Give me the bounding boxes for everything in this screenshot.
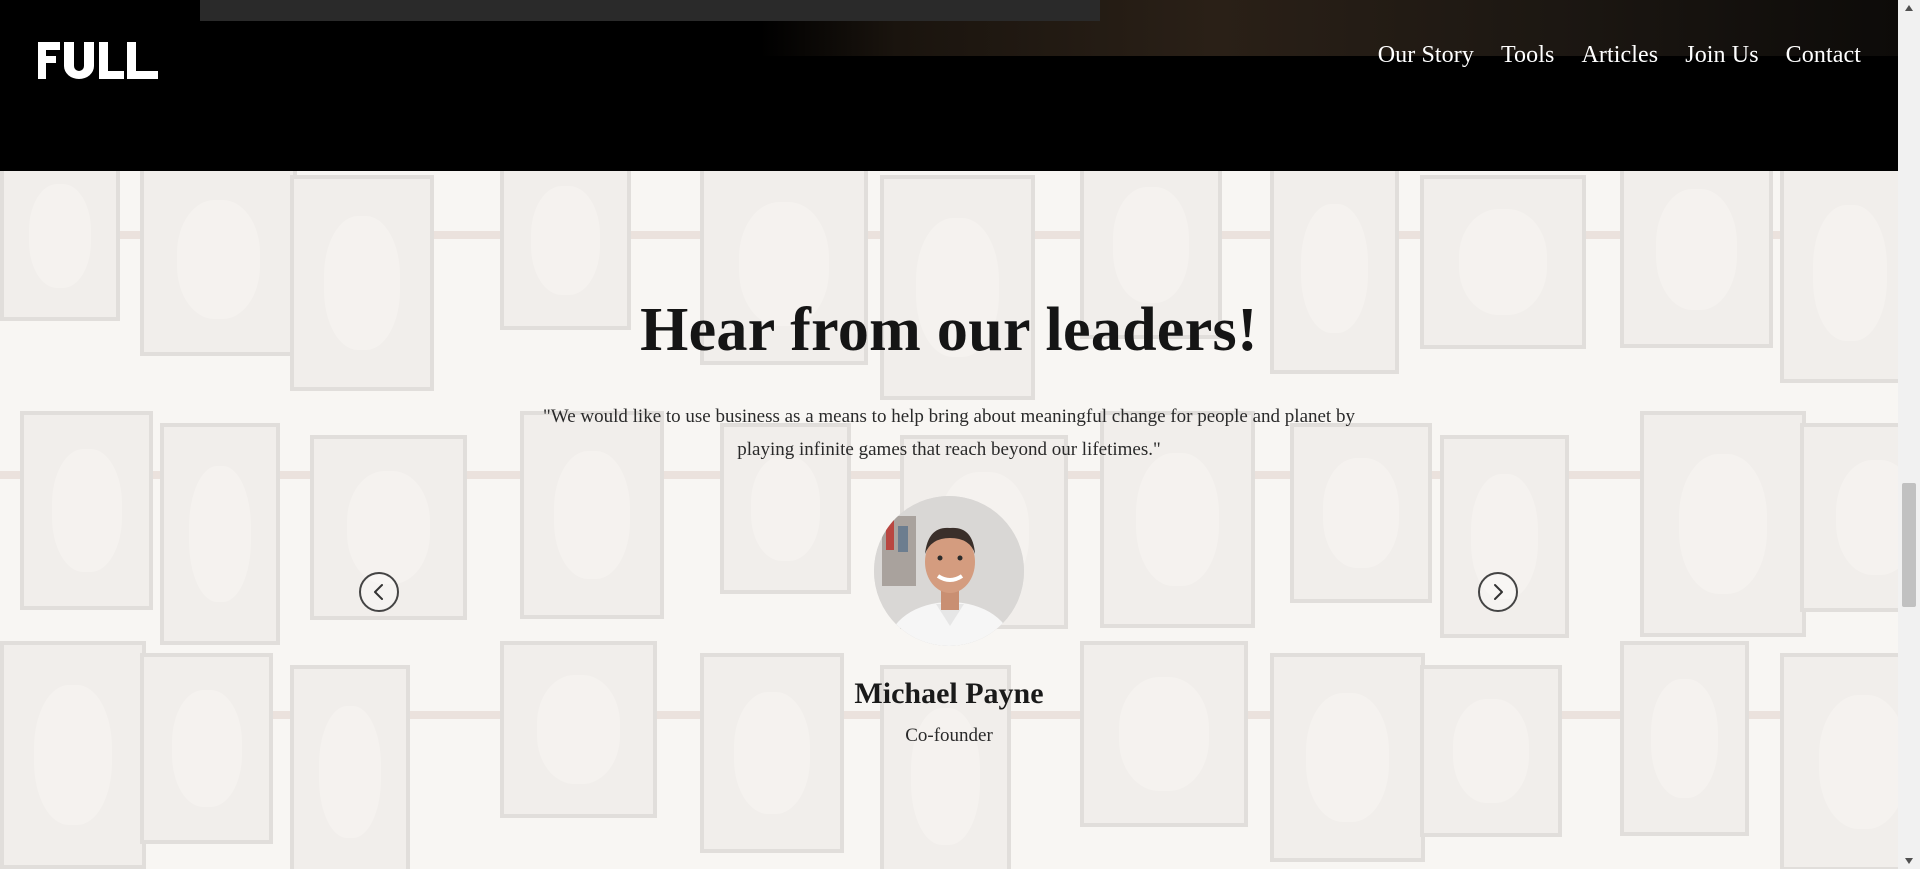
leader-name: Michael Payne <box>854 677 1044 710</box>
main-nav: Our Story Tools Articles Join Us Contact <box>1378 42 1861 69</box>
triangle-down-icon <box>1905 858 1913 864</box>
scroll-down-button[interactable] <box>1898 853 1920 869</box>
nav-join-us[interactable]: Join Us <box>1685 42 1758 69</box>
leaders-section: Hear from our leaders! "We would like to… <box>0 171 1898 869</box>
carousel-next-button[interactable] <box>1478 572 1518 612</box>
triangle-up-icon <box>1905 5 1913 11</box>
nav-tools[interactable]: Tools <box>1501 42 1555 69</box>
full-logo-icon <box>38 42 158 79</box>
chevron-right-icon <box>1494 584 1503 600</box>
nav-contact[interactable]: Contact <box>1786 42 1861 69</box>
leader-quote: "We would like to use business as a mean… <box>543 406 1355 460</box>
nav-articles[interactable]: Articles <box>1581 42 1658 69</box>
chevron-left-icon <box>374 584 383 600</box>
carousel-prev-button[interactable] <box>359 572 399 612</box>
site-header: Our Story Tools Articles Join Us Contact <box>0 0 1898 171</box>
page-scrollbar[interactable] <box>1898 0 1920 869</box>
header-top-bar <box>200 0 1100 21</box>
leader-role: Co-founder <box>905 725 993 746</box>
nav-our-story[interactable]: Our Story <box>1378 42 1474 69</box>
scroll-up-button[interactable] <box>1898 0 1920 16</box>
scroll-thumb[interactable] <box>1902 483 1916 607</box>
section-title: Hear from our leaders! <box>640 296 1258 364</box>
leader-avatar <box>874 496 1024 646</box>
full-logo[interactable] <box>38 42 158 79</box>
